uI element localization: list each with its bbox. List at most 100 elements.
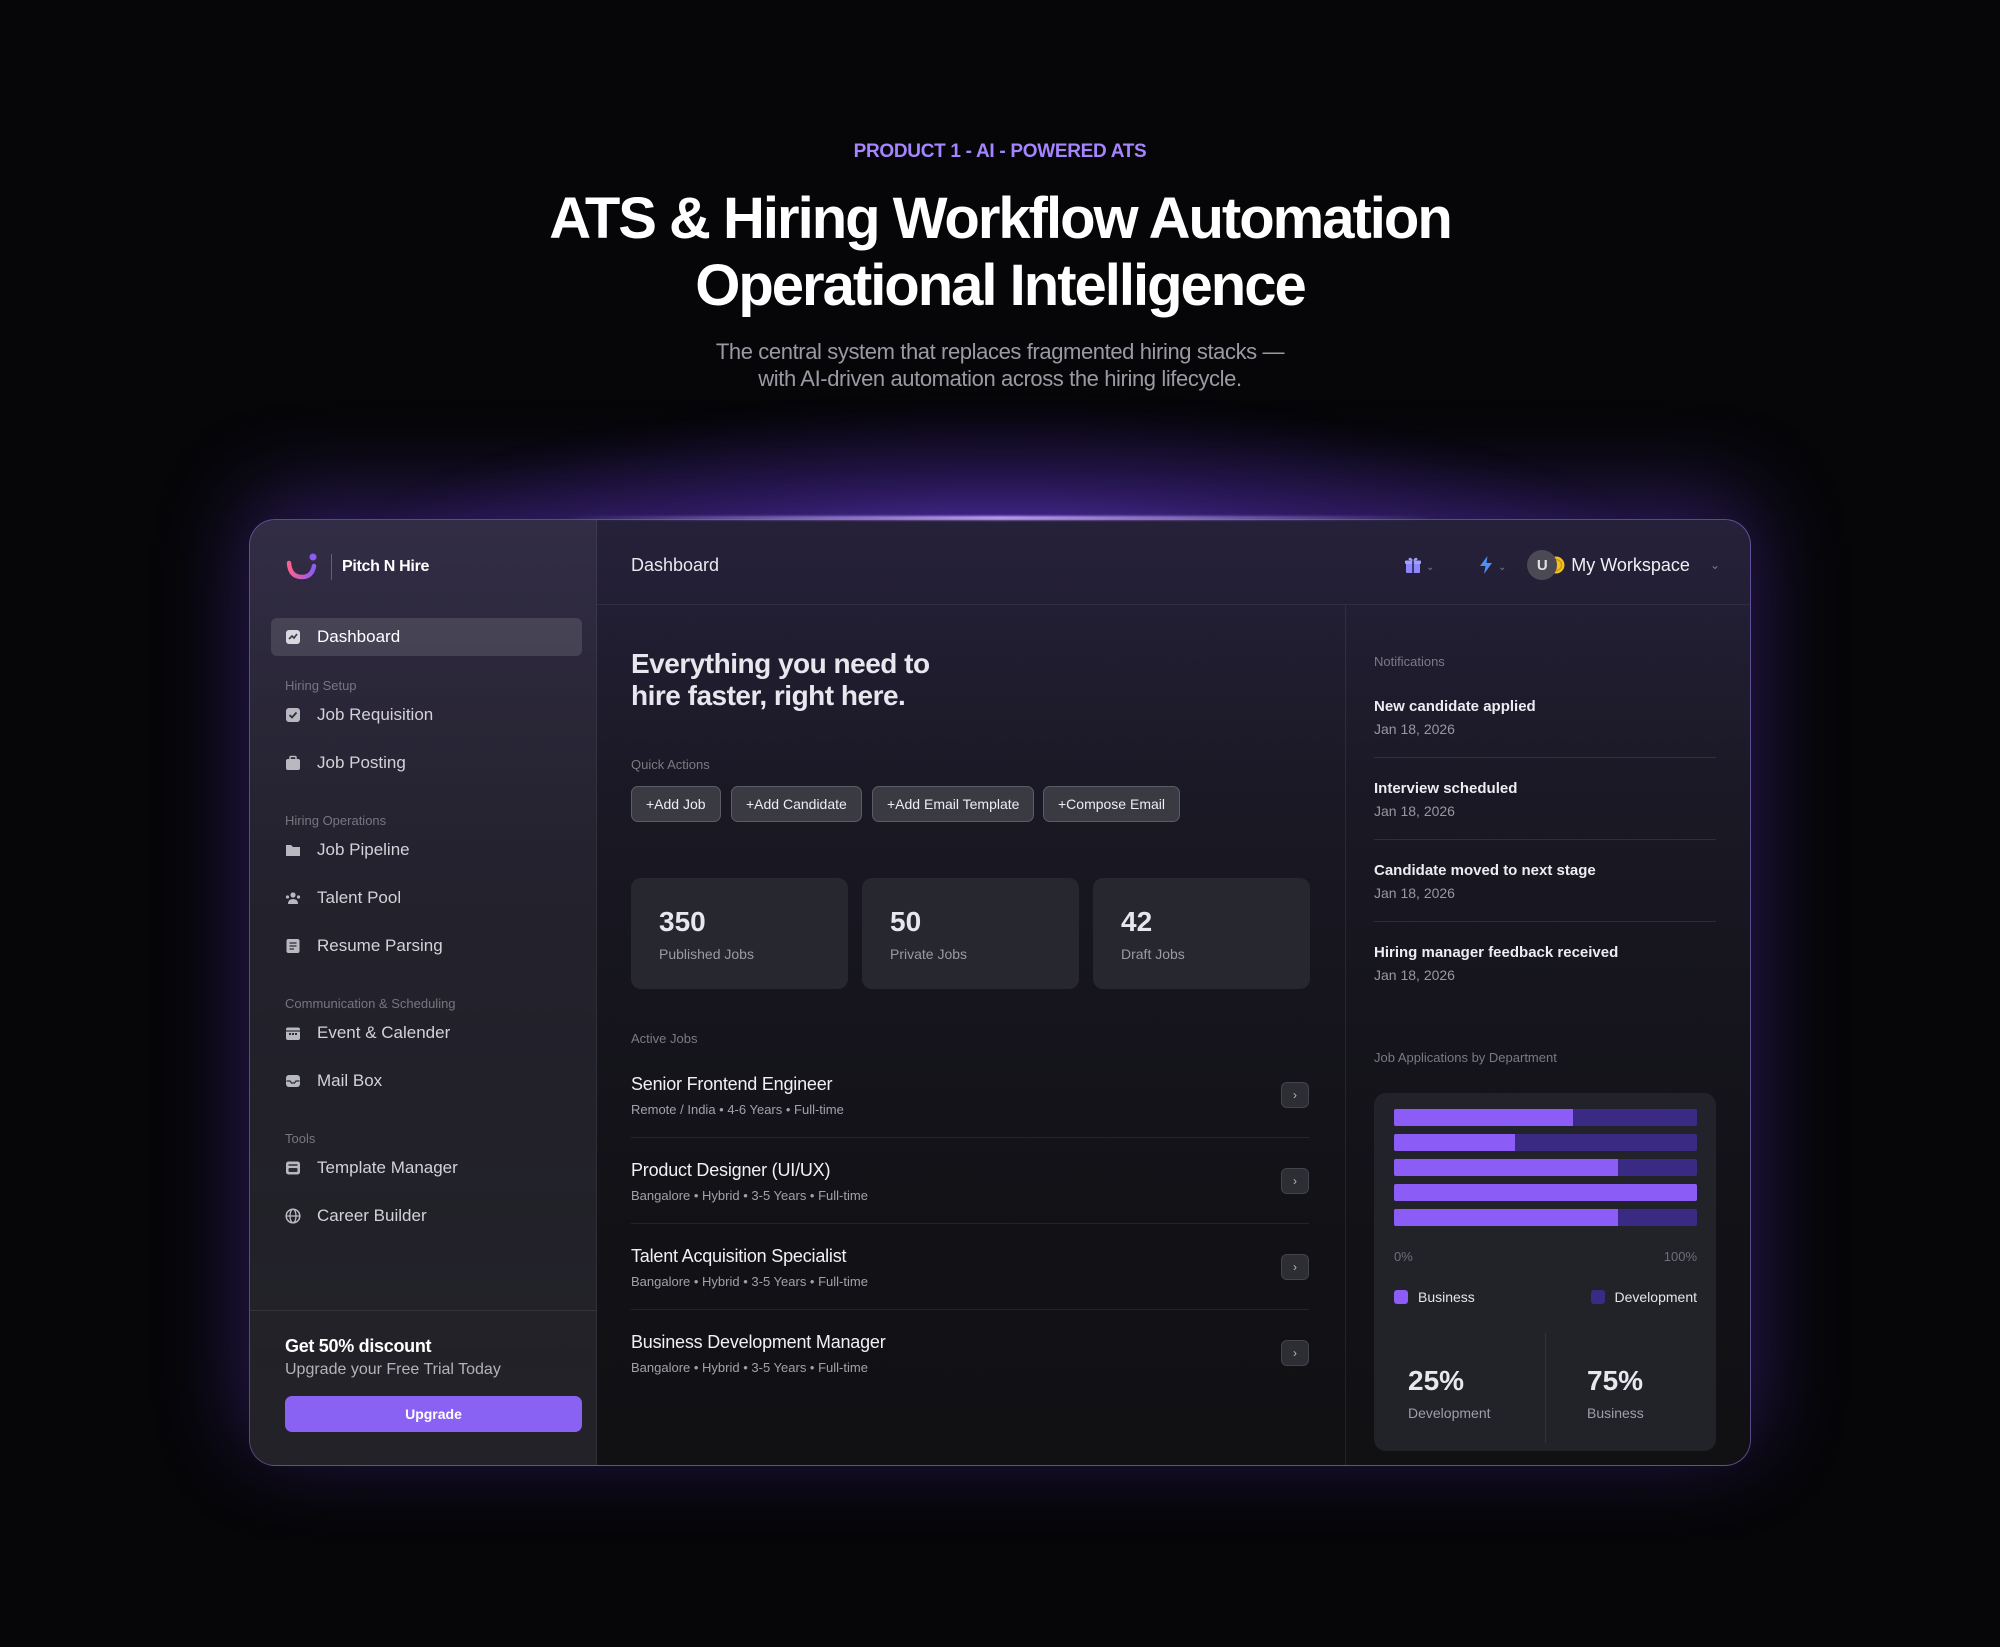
notification-item[interactable]: Interview scheduled Jan 18, 2026 xyxy=(1374,780,1716,862)
gift-icon xyxy=(1404,556,1422,579)
top-bar: Dashboard ⌄ ⌄ U My Workspace ⌄ xyxy=(597,520,1750,605)
stat-value: 50 xyxy=(890,906,922,937)
job-title: Senior Frontend Engineer xyxy=(631,1074,833,1094)
checklist-icon xyxy=(285,707,301,723)
x-tick-label: 0% xyxy=(1394,1249,1413,1264)
brand-name: Pitch N Hire xyxy=(342,558,430,575)
job-row[interactable]: Business Development Manager Bangalore •… xyxy=(631,1332,1309,1418)
notification-date: Jan 18, 2026 xyxy=(1374,721,1455,737)
bar-track xyxy=(1394,1209,1697,1226)
job-row[interactable]: Talent Acquisition Specialist Bangalore … xyxy=(631,1246,1309,1332)
active-jobs-label: Active Jobs xyxy=(631,1031,698,1046)
sidebar-item-label: Event & Calender xyxy=(317,1023,451,1042)
summary-value: 25% xyxy=(1408,1365,1465,1396)
sidebar-item-job-pipeline[interactable]: Job Pipeline xyxy=(271,831,582,869)
hero-headline-line1: ATS & Hiring Workflow Automation xyxy=(549,186,1453,251)
upgrade-button[interactable]: Upgrade xyxy=(285,1396,582,1432)
sidebar-item-job-posting[interactable]: Job Posting xyxy=(271,744,582,782)
divider xyxy=(1374,839,1716,840)
bar-business xyxy=(1394,1134,1516,1151)
bar-business xyxy=(1394,1159,1619,1176)
add-candidate-button[interactable]: +Add Candidate xyxy=(731,786,862,822)
stat-value: 350 xyxy=(659,906,706,937)
brand-separator xyxy=(331,554,332,580)
sidebar-item-career-builder[interactable]: Career Builder xyxy=(271,1197,582,1235)
notification-item[interactable]: New candidate applied Jan 18, 2026 xyxy=(1374,698,1716,780)
section-hiring-operations: Hiring Operations xyxy=(285,813,387,828)
hero-eyebrow: PRODUCT 1 - AI - POWERED ATS xyxy=(853,141,1147,162)
add-job-button[interactable]: +Add Job xyxy=(631,786,721,822)
sidebar-item-label: Job Pipeline xyxy=(317,840,410,859)
template-icon xyxy=(285,1160,301,1176)
workspace-name: My Workspace xyxy=(1571,554,1690,575)
sidebar-item-label: Job Requisition xyxy=(317,705,434,724)
brand[interactable]: Pitch N Hire xyxy=(285,552,429,582)
quick-actions-label: Quick Actions xyxy=(631,757,710,772)
section-tools: Tools xyxy=(285,1131,316,1146)
notification-item[interactable]: Hiring manager feedback received Jan 18,… xyxy=(1374,944,1716,1026)
sidebar-item-label: Mail Box xyxy=(317,1071,383,1090)
legend-item-development: Development xyxy=(1590,1289,1698,1305)
hero-subtitle: The central system that replaces fragmen… xyxy=(0,338,2000,392)
chevron-down-icon: ⌄ xyxy=(1709,558,1720,572)
job-row[interactable]: Senior Frontend Engineer Remote / India … xyxy=(631,1074,1309,1160)
bar-business xyxy=(1394,1209,1619,1226)
job-meta: Bangalore • Hybrid • 3-5 Years • Full-ti… xyxy=(631,1360,868,1375)
legend-item-business: Business xyxy=(1394,1289,1475,1305)
stat-label: Published Jobs xyxy=(659,946,754,962)
brand-logo-icon xyxy=(285,552,319,582)
bar-business xyxy=(1394,1109,1573,1126)
upgrade-promo: Get 50% discount Upgrade your Free Trial… xyxy=(250,1310,596,1465)
bolt-menu[interactable]: ⌄ xyxy=(1478,556,1506,579)
gift-menu[interactable]: ⌄ xyxy=(1404,556,1434,579)
notification-title: New candidate applied xyxy=(1374,698,1536,715)
glow-line xyxy=(560,516,1440,520)
chevron-right-icon[interactable]: › xyxy=(1281,1340,1309,1366)
job-title: Talent Acquisition Specialist xyxy=(631,1246,847,1266)
sidebar-item-label: Dashboard xyxy=(317,627,401,646)
sidebar-item-dashboard[interactable]: Dashboard xyxy=(271,618,582,656)
job-row[interactable]: Product Designer (UI/UX) Bangalore • Hyb… xyxy=(631,1160,1309,1246)
hero-subtitle-line1: The central system that replaces fragmen… xyxy=(715,339,1285,364)
right-panel: Notifications New candidate applied Jan … xyxy=(1345,605,1750,1465)
chevron-right-icon[interactable]: › xyxy=(1281,1254,1309,1280)
sidebar: Pitch N Hire Dashboard Hiring Setup Job … xyxy=(250,520,597,1465)
sidebar-item-label: Talent Pool xyxy=(317,888,402,907)
sidebar-item-event-calender[interactable]: Event & Calender xyxy=(271,1014,582,1052)
sidebar-item-talent-pool[interactable]: Talent Pool xyxy=(271,879,582,917)
sidebar-item-mail-box[interactable]: Mail Box xyxy=(271,1062,582,1100)
chevron-right-icon[interactable]: › xyxy=(1281,1168,1309,1194)
app-window: Pitch N Hire Dashboard Hiring Setup Job … xyxy=(249,519,1751,1466)
bolt-icon xyxy=(1478,556,1494,579)
workspace-switcher[interactable]: U My Workspace ⌄ xyxy=(1527,550,1720,580)
chevron-right-icon[interactable]: › xyxy=(1281,1082,1309,1108)
legend-label: Business xyxy=(1418,1289,1475,1305)
sidebar-item-job-requisition[interactable]: Job Requisition xyxy=(271,696,582,734)
chart-title: Job Applications by Department xyxy=(1374,1050,1557,1065)
divider xyxy=(1374,921,1716,922)
stat-card-private[interactable]: 50 Private Jobs xyxy=(862,878,1079,989)
divider xyxy=(631,1223,1309,1224)
sidebar-item-resume-parsing[interactable]: Resume Parsing xyxy=(271,927,582,965)
summary-label: Development xyxy=(1408,1405,1491,1421)
sidebar-item-template-manager[interactable]: Template Manager xyxy=(271,1149,582,1187)
stat-card-published[interactable]: 350 Published Jobs xyxy=(631,878,848,989)
job-title: Product Designer (UI/UX) xyxy=(631,1160,831,1180)
department-chart: 0% 100% Business Development 25% Develop… xyxy=(1374,1093,1716,1451)
add-email-template-button[interactable]: +Add Email Template xyxy=(872,786,1035,822)
notification-date: Jan 18, 2026 xyxy=(1374,967,1455,983)
job-meta: Remote / India • 4-6 Years • Full-time xyxy=(631,1102,844,1117)
legend-label: Development xyxy=(1614,1289,1698,1305)
compose-email-button[interactable]: +Compose Email xyxy=(1043,786,1180,822)
folder-icon xyxy=(285,842,301,858)
notification-item[interactable]: Candidate moved to next stage Jan 18, 20… xyxy=(1374,862,1716,944)
hero-headline-line2: Operational Intelligence xyxy=(695,253,1306,318)
bar-track xyxy=(1394,1159,1697,1176)
welcome-heading: Everything you need to hire faster, righ… xyxy=(631,648,930,712)
summary-label: Business xyxy=(1587,1405,1644,1421)
chevron-down-icon: ⌄ xyxy=(1426,562,1435,573)
stat-card-draft[interactable]: 42 Draft Jobs xyxy=(1093,878,1310,989)
promo-subtitle: Upgrade your Free Trial Today xyxy=(285,1361,501,1378)
users-icon xyxy=(285,890,301,906)
legend-swatch xyxy=(1394,1290,1408,1304)
